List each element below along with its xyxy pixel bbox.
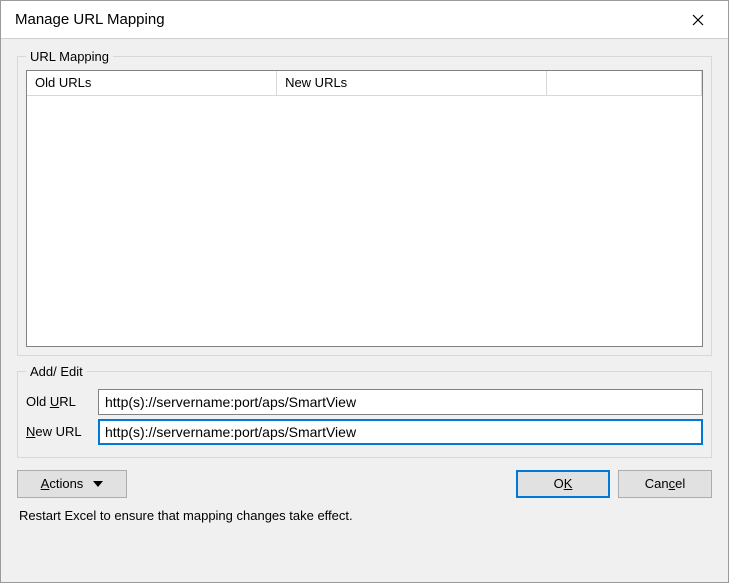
close-button[interactable]: [678, 5, 718, 35]
close-icon: [692, 14, 704, 26]
old-url-row: Old URL: [26, 389, 703, 415]
window-title: Manage URL Mapping: [15, 11, 678, 28]
ok-button[interactable]: OK: [516, 470, 610, 498]
col-new-urls[interactable]: New URLs: [277, 71, 547, 95]
old-url-label: Old URL: [26, 394, 98, 409]
old-url-input[interactable]: [98, 389, 703, 415]
url-mapping-group: URL Mapping Old URLs New URLs: [17, 49, 712, 356]
titlebar: Manage URL Mapping: [1, 1, 728, 39]
url-mapping-table[interactable]: Old URLs New URLs: [26, 70, 703, 347]
new-url-input[interactable]: [98, 419, 703, 445]
restart-hint: Restart Excel to ensure that mapping cha…: [17, 504, 712, 523]
cancel-button[interactable]: Cancel: [618, 470, 712, 498]
chevron-down-icon: [93, 481, 103, 487]
new-url-row: New URL: [26, 419, 703, 445]
button-row: Actions OK Cancel: [17, 466, 712, 504]
url-mapping-legend: URL Mapping: [26, 49, 113, 64]
add-edit-group: Add/ Edit Old URL New URL: [17, 364, 712, 458]
actions-button[interactable]: Actions: [17, 470, 127, 498]
table-body-empty[interactable]: [27, 96, 702, 346]
new-url-label: New URL: [26, 424, 98, 439]
col-extra[interactable]: [546, 71, 701, 95]
col-old-urls[interactable]: Old URLs: [27, 71, 277, 95]
add-edit-legend: Add/ Edit: [26, 364, 87, 379]
dialog-body: URL Mapping Old URLs New URLs: [1, 39, 728, 582]
dialog-window: Manage URL Mapping URL Mapping: [0, 0, 729, 583]
